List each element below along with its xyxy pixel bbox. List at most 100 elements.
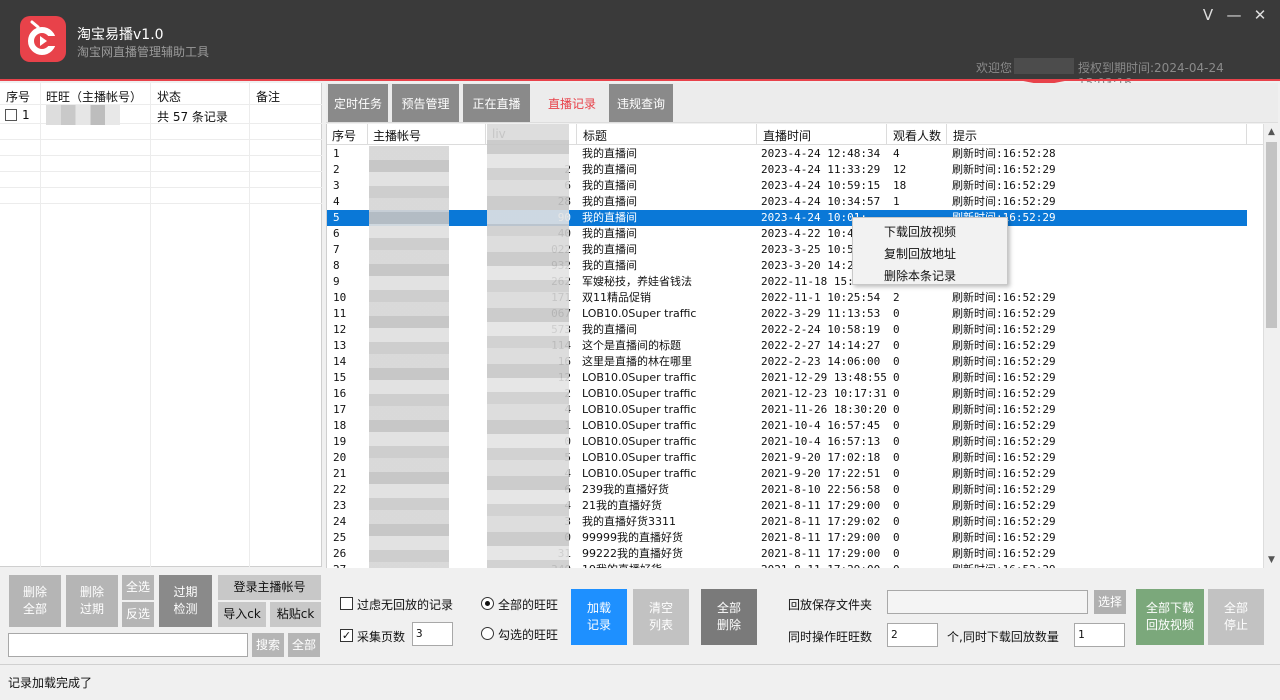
row-index: 6	[333, 227, 340, 240]
table-row[interactable]: 2734019我的直播好货2021-8-11 17:29:000刷新时间:16:…	[327, 562, 1247, 568]
download-count-input[interactable]: 1	[1074, 623, 1125, 647]
grid-header-views[interactable]: 观看人数	[893, 127, 941, 144]
table-row[interactable]: 13114这个是直播间的标题2022-2-27 14:14:270刷新时间:16…	[327, 338, 1247, 354]
grid-header-live-time[interactable]: 直播时间	[763, 127, 811, 144]
row-title: 我的直播间	[582, 259, 637, 272]
delete-expired-button[interactable]: 删除 过期	[66, 575, 118, 627]
scroll-up-arrow-icon[interactable]: ▲	[1264, 124, 1279, 140]
row-tip: 刷新时间:16:52:29	[952, 515, 1056, 528]
table-row[interactable]: 640我的直播间2023-4-22 10:4616:52:29	[327, 226, 1247, 242]
table-row[interactable]: 19 0 LOB10.0Super traffic 2021-10-4 16:57:1…	[327, 434, 1247, 450]
all-wangwang-radio[interactable]	[481, 597, 494, 610]
table-row[interactable]: 12573我的直播间2022-2-24 10:58:190刷新时间:16:52:…	[327, 322, 1247, 338]
table-row[interactable]: 8932我的直播间2023-3-20 14:2216:52:29	[327, 258, 1247, 274]
menu-copy-replay-url[interactable]: 复制回放地址	[884, 245, 956, 262]
delete-all-records-button[interactable]: 全部 删除	[701, 589, 757, 645]
grid-header-account[interactable]: 主播帐号	[373, 127, 421, 144]
invert-selection-button[interactable]: 反选	[122, 602, 154, 627]
show-all-button[interactable]: 全部	[288, 633, 320, 657]
table-row[interactable]: 1512LOB10.0Super traffic2021-12-29 13:48…	[327, 370, 1247, 386]
table-row[interactable]: 36我的直播间2023-4-24 10:59:1518刷新时间:16:52:29	[327, 178, 1247, 194]
column-header-status[interactable]: 状态	[157, 88, 181, 105]
close-button[interactable]: ✕	[1249, 4, 1271, 26]
minimize-button[interactable]: V	[1197, 4, 1219, 26]
column-header-index[interactable]: 序号	[6, 88, 30, 105]
checked-wangwang-radio[interactable]	[481, 627, 494, 640]
row-live-time: 2023-4-24 11:33:29	[761, 163, 881, 176]
collect-pages-checkbox[interactable]: ✓	[340, 629, 353, 642]
collect-pages-input[interactable]: 3	[412, 622, 453, 646]
grid-header-index[interactable]: 序号	[332, 127, 356, 144]
concurrent-input[interactable]: 2	[887, 623, 938, 647]
tab-violation-query[interactable]: 违规查询	[609, 84, 673, 122]
grid-header-tip[interactable]: 提示	[953, 127, 977, 144]
accent-divider	[0, 79, 1280, 81]
status-bar: 记录加载完成了	[0, 664, 1280, 700]
menu-download-replay[interactable]: 下载回放视频	[884, 223, 956, 240]
table-row[interactable]: 205LOB10.0Super traffic2021-9-20 17:02:1…	[327, 450, 1247, 466]
row-index: 17	[333, 403, 347, 416]
table-row[interactable]: 1 我的直播间 2023-4-24 12:48:34 4 刷新时间:16:52:28	[327, 146, 1247, 162]
tab-live-now[interactable]: 正在直播	[463, 84, 530, 122]
table-row[interactable]: 590我的直播间2023-4-24 10:01:刷新时间:16:52:29	[327, 210, 1247, 226]
select-all-button[interactable]: 全选	[122, 575, 154, 600]
replay-folder-input[interactable]	[887, 590, 1088, 614]
table-row[interactable]: 23421我的直播好货2021-8-11 17:29:000刷新时间:16:52…	[327, 498, 1247, 514]
table-row[interactable]: 1416这里是直播的林在哪里2022-2-23 14:06:000刷新时间:16…	[327, 354, 1247, 370]
tab-live-records[interactable]: 直播记录	[534, 84, 610, 122]
live-records-grid[interactable]: 序号 主播帐号 liv 标题 直播时间 观看人数 提示 1 我的直播间 2023-4…	[326, 124, 1263, 568]
column-header-remark[interactable]: 备注	[256, 88, 280, 105]
column-header-wangwang[interactable]: 旺旺（主播帐号）	[46, 88, 142, 105]
row-live-time: 2021-12-29 13:48:55	[761, 371, 887, 384]
stop-all-button[interactable]: 全部 停止	[1208, 589, 1264, 645]
menu-delete-record[interactable]: 删除本条记录	[884, 267, 956, 284]
paste-ck-button[interactable]: 粘贴ck	[270, 602, 321, 627]
table-row[interactable]: 9262军嫂秘技，养娃省钱法2022-11-18 15:316:52:29	[327, 274, 1247, 290]
choose-folder-button[interactable]: 选择	[1094, 590, 1126, 614]
live-id-column-redacted	[487, 124, 569, 568]
row-views: 0	[893, 531, 900, 544]
scroll-down-arrow-icon[interactable]: ▼	[1264, 552, 1279, 568]
row-title: 99222我的直播好货	[582, 547, 683, 560]
tab-preview-management[interactable]: 预告管理	[392, 84, 459, 122]
import-ck-button[interactable]: 导入ck	[218, 602, 266, 627]
table-row[interactable]: 25099999我的直播好货2021-8-11 17:29:000刷新时间:16…	[327, 530, 1247, 546]
table-row[interactable]: 10171双11精品促销2022-11-1 10:25:542刷新时间:16:5…	[327, 290, 1247, 306]
download-all-replays-button[interactable]: 全部下载 回放视频	[1136, 589, 1204, 645]
table-row[interactable]: 181LOB10.0Super traffic2021-10-4 16:57:4…	[327, 418, 1247, 434]
clear-list-button[interactable]: 清空 列表	[633, 589, 689, 645]
grid-header-title[interactable]: 标题	[583, 127, 607, 144]
table-row[interactable]: 214LOB10.0Super traffic2021-9-20 17:22:5…	[327, 466, 1247, 482]
table-row[interactable]: 428我的直播间2023-4-24 10:34:571刷新时间:16:52:29	[327, 194, 1247, 210]
expire-check-button[interactable]: 过期 检测	[159, 575, 212, 627]
filter-no-replay-label: 过虑无回放的记录	[357, 598, 454, 612]
load-records-button[interactable]: 加载 记录	[571, 589, 627, 645]
table-row[interactable]: 7022我的直播间2023-3-25 10:5416:52:29	[327, 242, 1247, 258]
table-row[interactable]: 162LOB10.0Super traffic2021-12-23 10:17:…	[327, 386, 1247, 402]
delete-all-accounts-button[interactable]: 删除 全部	[9, 575, 61, 627]
table-row[interactable]: 263199222我的直播好货2021-8-11 17:29:000刷新时间:1…	[327, 546, 1247, 562]
account-search-input[interactable]	[8, 633, 248, 657]
row-views: 0	[893, 371, 900, 384]
row-tip: 刷新时间:16:52:29	[952, 291, 1056, 304]
table-row[interactable]: 22我的直播间2023-4-24 11:33:2912刷新时间:16:52:29	[327, 162, 1247, 178]
login-anchor-button[interactable]: 登录主播帐号	[218, 575, 321, 600]
search-button[interactable]: 搜索	[252, 633, 284, 657]
tab-scheduled-tasks[interactable]: 定时任务	[328, 84, 388, 122]
restore-button[interactable]: —	[1223, 4, 1245, 26]
row-live-time: 2022-2-24 10:58:19	[761, 323, 881, 336]
account-table[interactable]: 序号 旺旺（主播帐号） 状态 备注 1 共 57 条记录	[0, 83, 322, 567]
account-row-checkbox[interactable]	[5, 109, 17, 121]
table-row[interactable]: 11067LOB10.0Super traffic2022-3-29 11:13…	[327, 306, 1247, 322]
table-row[interactable]: 226239我的直播好货2021-8-10 22:56:580刷新时间:16:5…	[327, 482, 1247, 498]
filter-no-replay-checkbox[interactable]	[340, 597, 353, 610]
table-row[interactable]: 174LOB10.0Super traffic2021-11-26 18:30:…	[327, 402, 1247, 418]
table-row[interactable]: 243我的直播好货33112021-8-11 17:29:020刷新时间:16:…	[327, 514, 1247, 530]
row-title: 我的直播间	[582, 163, 637, 176]
app-logo-icon	[20, 16, 66, 62]
row-index: 15	[333, 371, 347, 384]
grid-scrollbar[interactable]: ▲ ▼	[1263, 124, 1278, 568]
scroll-thumb[interactable]	[1266, 142, 1277, 328]
row-title: 这里是直播的林在哪里	[582, 355, 692, 368]
row-tip: 刷新时间:16:52:29	[952, 307, 1056, 320]
